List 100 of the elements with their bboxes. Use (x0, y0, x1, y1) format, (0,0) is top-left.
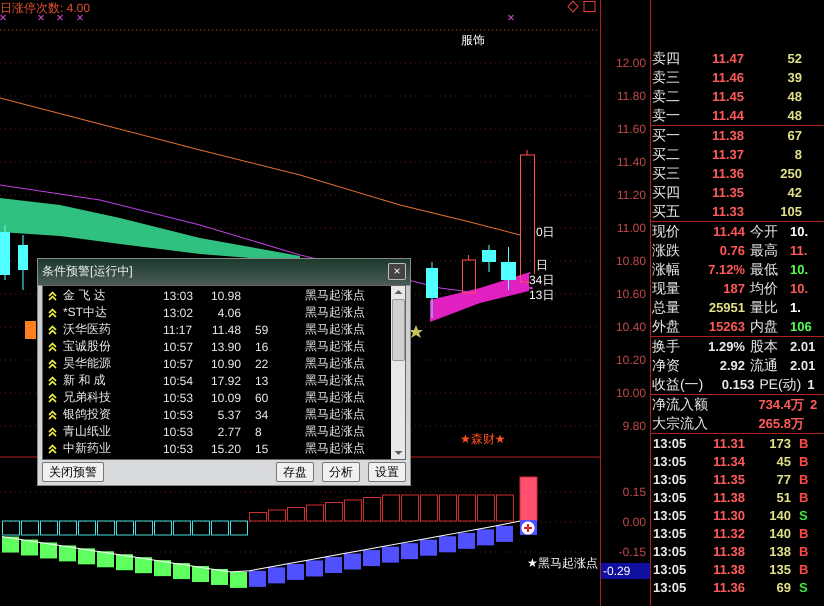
price-axis-label: 10.60 (616, 286, 646, 302)
diamond-icon[interactable] (567, 0, 579, 13)
histogram-bar (59, 520, 77, 536)
tick-time: 13:05 (652, 454, 688, 468)
alert-time: 10:53 (163, 442, 194, 456)
price-axis-label: 11.20 (616, 187, 646, 203)
histogram-bar (306, 504, 324, 522)
tick-price: 11.36 (712, 580, 745, 594)
stock-name[interactable]: 新 和 成 (63, 372, 131, 389)
stock-tag: ★森财★ (460, 431, 506, 448)
stat-value: 106 (789, 319, 812, 334)
tick-side: B (798, 490, 808, 504)
order-price: 11.35 (711, 185, 744, 200)
up-arrow-icon[interactable] (394, 289, 402, 295)
tick-time: 13:05 (652, 436, 688, 450)
tick-price: 11.38 (712, 562, 745, 576)
histogram-block (59, 545, 76, 562)
stat-label: 净资 (651, 356, 681, 374)
histogram-bar (40, 520, 58, 536)
dialog-button[interactable]: 存盘 (276, 462, 314, 482)
stock-name[interactable]: 青山纸业 (63, 423, 131, 440)
histogram-bar (420, 494, 438, 522)
histogram-block (21, 540, 38, 556)
flow-label: 大宗流入 (651, 414, 709, 432)
price-axis-label: 10.80 (616, 253, 646, 269)
order-volume: 39 (786, 70, 802, 85)
stat-label: 涨跌 (651, 242, 681, 260)
order-label: 卖一 (651, 106, 681, 124)
histogram-block (477, 529, 494, 546)
order-label: 买四 (651, 184, 681, 202)
order-price: 11.45 (711, 89, 744, 104)
tick-side: B (798, 472, 808, 486)
flow-value: 2 (809, 397, 818, 412)
alert-count: 59 (255, 322, 268, 336)
stock-name[interactable]: 兄弟科技 (63, 389, 131, 406)
stock-name[interactable]: 银鸽投资 (63, 406, 131, 423)
histogram-block (78, 548, 95, 564)
alert-price: 2.77 (216, 424, 241, 438)
window-icon[interactable] (584, 1, 596, 12)
alert-signal: 黑马起涨点 (305, 321, 365, 338)
stat-value: 7.12% (707, 262, 745, 277)
stat-value: 1. (789, 300, 801, 315)
alert-time: 10:57 (163, 340, 194, 354)
order-price: 11.33 (711, 204, 744, 219)
sector-label: 服饰 (461, 32, 485, 49)
order-volume: 48 (786, 108, 802, 123)
alert-time: 10:54 (163, 374, 194, 388)
stock-name[interactable]: *ST中达 (63, 304, 131, 321)
histogram-bar (439, 494, 457, 522)
flow-value: 265.8万 (757, 414, 804, 432)
stat-value: 1 (806, 377, 815, 392)
stat-value: 10. (789, 262, 808, 277)
alert-price: 5.37 (216, 408, 241, 422)
scrollbar[interactable] (391, 286, 405, 459)
dialog-button[interactable]: 分析 (322, 462, 360, 482)
stock-name[interactable]: 沃华医药 (63, 321, 131, 338)
date-label: 34日 (529, 274, 554, 287)
double-chevron-icon (48, 410, 57, 420)
stat-label: PE(动) (758, 376, 802, 394)
histogram-bar (287, 507, 305, 522)
tick-side: B (798, 454, 808, 468)
tick-time: 13:05 (652, 490, 688, 504)
order-volume: 8 (794, 147, 802, 162)
order-price: 11.46 (711, 70, 744, 85)
histogram-block (173, 563, 190, 580)
stock-name[interactable]: 昊华能源 (63, 355, 131, 372)
down-arrow-icon[interactable] (394, 450, 402, 456)
dialog-button[interactable]: 设置 (368, 462, 406, 482)
histogram-bar (344, 500, 362, 522)
histogram-bar (116, 520, 134, 536)
price-axis-label: 10.40 (616, 319, 646, 335)
double-chevron-icon (48, 392, 57, 402)
tick-price: 11.35 (712, 472, 745, 486)
order-price: 11.37 (711, 147, 744, 162)
histogram-block (230, 572, 247, 588)
stock-name[interactable]: 中新药业 (63, 440, 131, 457)
histogram-bar (477, 494, 495, 522)
alert-signal: 黑马起涨点 (305, 372, 365, 389)
double-chevron-icon (48, 426, 57, 436)
close-button[interactable]: × (388, 263, 406, 280)
histogram-block (439, 536, 456, 552)
histogram-block (344, 554, 361, 570)
price-axis-label: 10.00 (616, 385, 646, 401)
stat-value: 25951 (708, 300, 745, 315)
scroll-thumb[interactable] (392, 299, 404, 361)
close-alert-button[interactable]: 关闭预警 (42, 462, 104, 482)
order-label: 买三 (651, 164, 681, 182)
candlestick (462, 254, 476, 294)
tick-side: S (798, 580, 808, 594)
stock-name[interactable]: 宝诚股份 (63, 338, 131, 355)
order-volume: 67 (786, 128, 802, 143)
order-price: 11.38 (711, 128, 744, 143)
stat-value: 10. (789, 281, 808, 296)
order-label: 卖三 (651, 68, 681, 86)
double-chevron-icon (48, 376, 57, 386)
stat-label: 现量 (651, 280, 681, 298)
histogram-bar (135, 520, 153, 536)
alert-time: 10:57 (163, 356, 194, 370)
stat-label: 均价 (749, 280, 779, 298)
stock-name[interactable]: 金 飞 达 (63, 287, 131, 304)
